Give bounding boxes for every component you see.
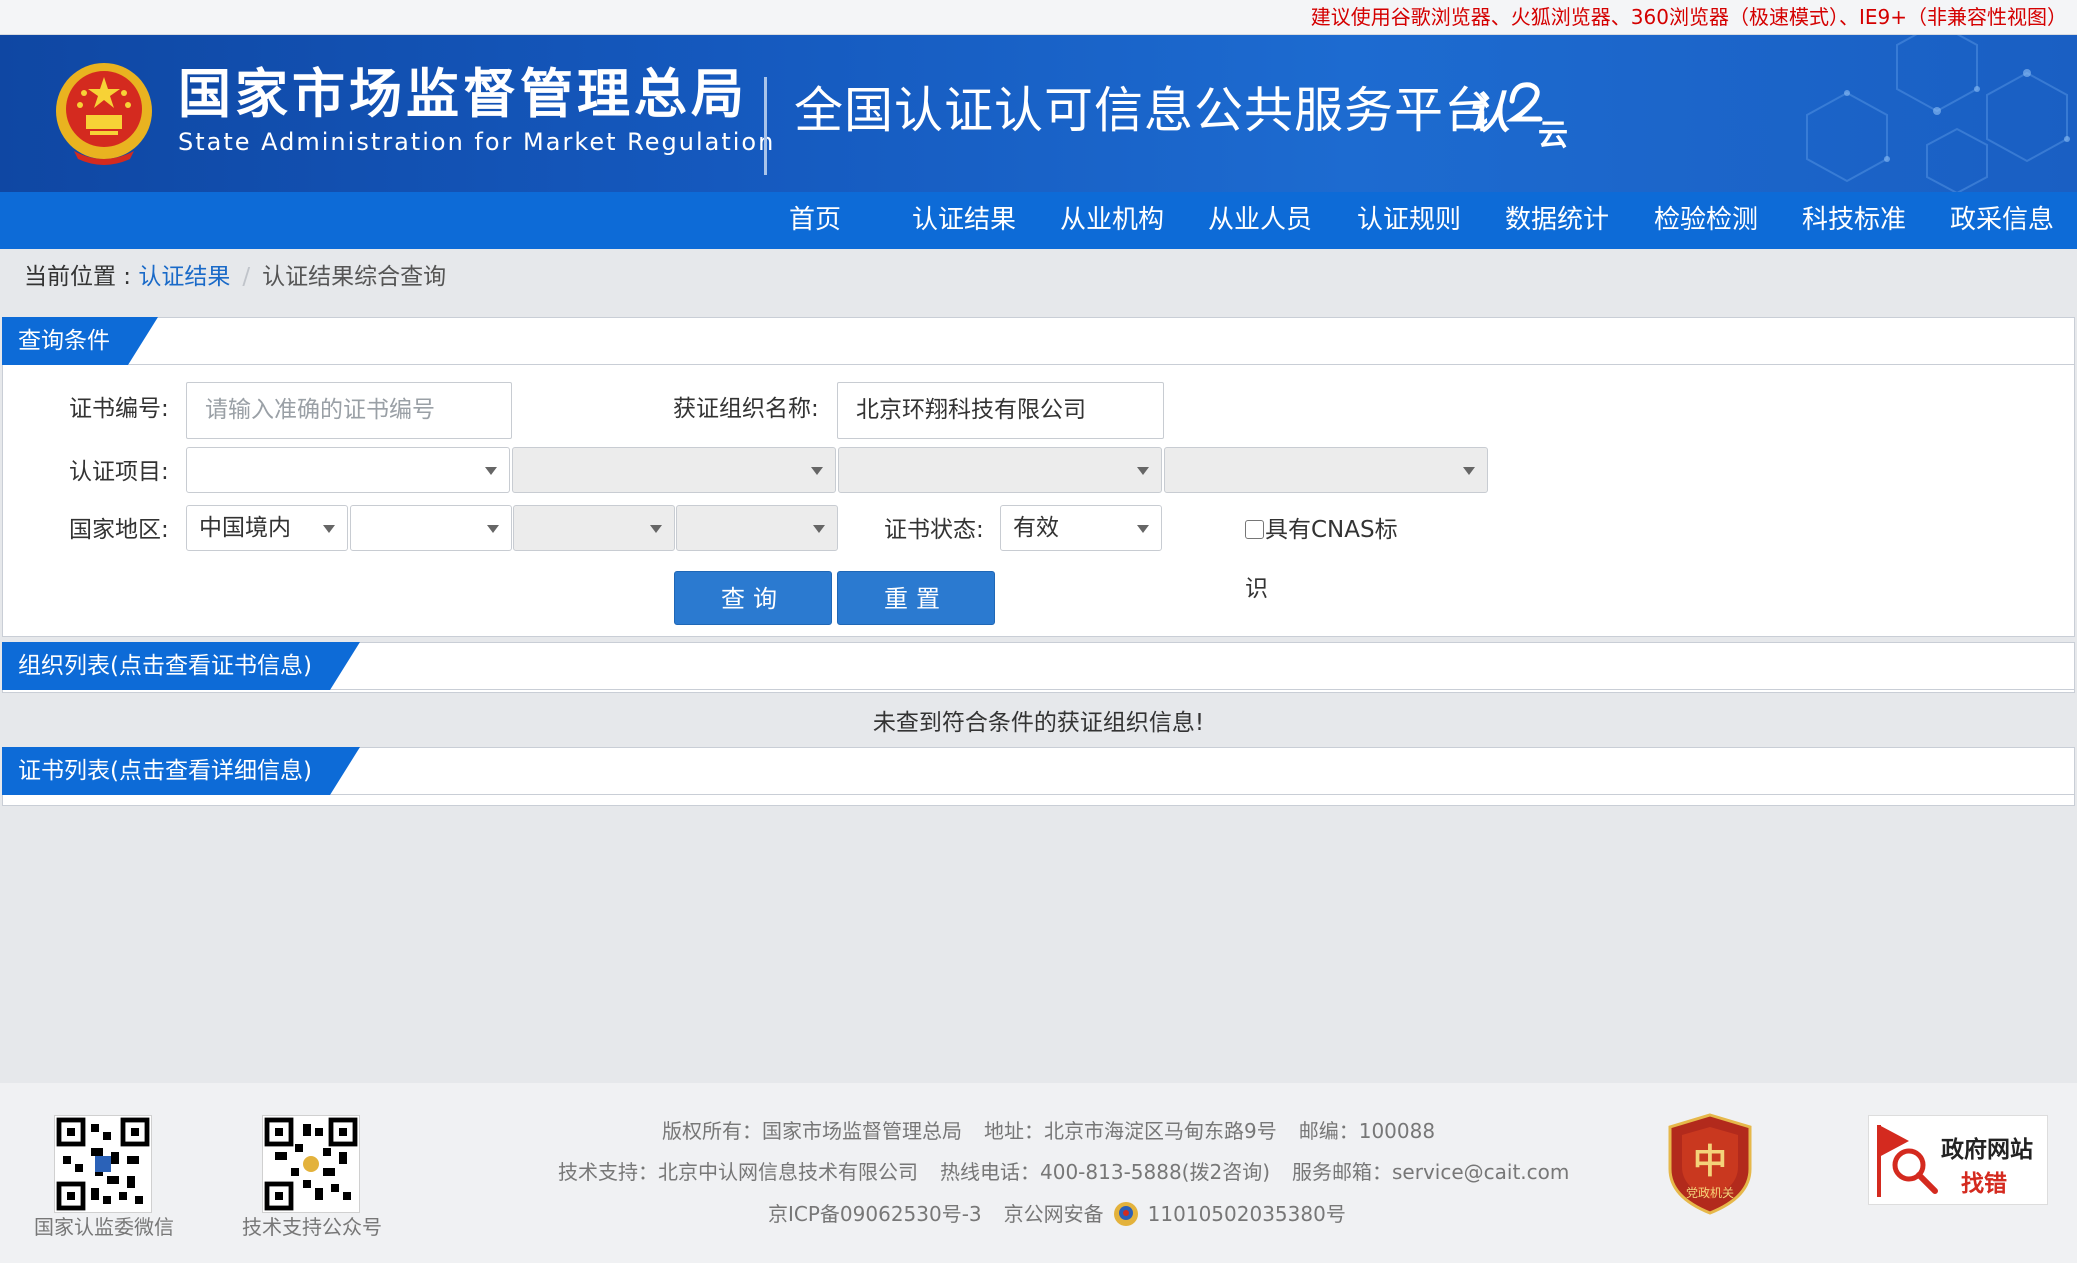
header-divider [764,77,767,175]
tech-support-qr-caption: 技术支持公众号 [242,1215,382,1239]
chevron-down-icon [1463,467,1475,475]
chevron-down-icon [650,525,662,533]
renzheng-cloud-logo: 认 云 [1466,79,1570,159]
cert-no-label: 证书编号: [69,396,169,422]
party-government-badge-text: 党政机关 [1686,1185,1734,1200]
query-panel-title: 查询条件 [2,317,158,365]
status-select-value: 有效 [1013,515,1059,541]
tech-support-qr-code [262,1115,360,1213]
breadcrumb-separator: / [242,264,251,290]
query-panel: 查询条件 证书编号: 请输入准确的证书编号 获证组织名称: 北京环翔科技有限公司… [2,317,2075,637]
org-name-input[interactable]: 北京环翔科技有限公司 [837,382,1164,439]
footer-police-no[interactable]: 11010502035380号 [1148,1202,1346,1226]
breadcrumb-label: 当前位置 : [24,264,139,290]
footer-police: 京公网安备 [1003,1202,1104,1226]
chevron-down-icon [1137,525,1149,533]
cert-list-panel: 证书列表(点击查看详细信息) [2,747,2075,806]
chevron-down-icon [811,467,823,475]
project-select-1[interactable] [186,447,510,493]
footer-copyright: 版权所有：国家市场监督管理总局 [662,1119,962,1143]
chevron-down-icon [1137,467,1149,475]
reset-button[interactable]: 重置 [837,571,995,625]
cnas-checkbox-label-wrap: 识 [1245,576,1268,602]
logo-text-ren: 认 [1466,88,1510,139]
logo-text-yun: 云 [1538,118,1568,153]
breadcrumb-link-cert-results[interactable]: 认证结果 [138,264,230,290]
nav-standards[interactable]: 科技标准 [1794,192,1914,249]
gov-site-error-sub: 找错 [1961,1171,2007,1197]
site-footer: 国家认监委微信 技术支持公众号 版权所有：国家市场监督管理总局 地址：北京市海淀区… [0,1083,2077,1263]
svg-text:中: 中 [1693,1142,1727,1182]
project-label: 认证项目: [69,459,169,485]
browser-notice: 建议使用谷歌浏览器、火狐浏览器、360浏览器（极速模式）、IE9+（非兼容性视图… [1310,5,2067,29]
breadcrumb: 当前位置 : 认证结果 / 认证结果综合查询 [24,262,446,292]
gov-site-error-report[interactable]: 政府网站 找错 [1868,1115,2048,1205]
magnifier-flag-icon [1877,1125,1938,1197]
region-select-value: 中国境内 [199,515,291,541]
footer-postcode: 邮编：100088 [1298,1119,1436,1143]
status-label: 证书状态: [884,517,984,543]
region-label: 国家地区: [69,517,169,543]
region-select-country[interactable]: 中国境内 [186,505,348,551]
footer-tech-support: 技术支持：北京中认网信息技术有限公司 [558,1160,918,1184]
gov-site-error-title: 政府网站 [1941,1137,2033,1163]
chevron-down-icon [485,467,497,475]
footer-line-3: 京ICP备09062530号-3 京公网安备 11010502035380号 [768,1200,1368,1228]
nav-cert-results[interactable]: 认证结果 [904,192,1024,249]
cnas-checkbox-label: 具有CNAS标 [1265,517,1398,543]
org-list-header: 组织列表(点击查看证书信息) [3,643,2074,690]
footer-icp[interactable]: 京ICP备09062530号-3 [768,1202,982,1226]
qr-code-icon [56,1117,150,1211]
org-list-title: 组织列表(点击查看证书信息) [2,642,360,690]
project-select-3[interactable] [838,447,1162,493]
nav-home[interactable]: 首页 [770,192,860,249]
party-government-badge-icon[interactable]: 中 党政机关 [1664,1113,1756,1215]
status-select[interactable]: 有效 [1000,505,1162,551]
org-list-empty-message: 未查到符合条件的获证组织信息! [872,710,1205,736]
wechat-qr-code [54,1115,152,1213]
breadcrumb-current: 认证结果综合查询 [262,264,447,290]
footer-line-2: 技术支持：北京中认网信息技术有限公司 热线电话：400-813-5888(拨2咨询… [558,1159,1591,1185]
search-button[interactable]: 查询 [674,571,832,625]
qr-code-icon [264,1117,358,1211]
footer-address: 地址：北京市海淀区马甸东路9号 [984,1119,1277,1143]
org-name-label: 获证组织名称: [673,396,819,422]
chevron-down-icon [813,525,825,533]
nav-procurement[interactable]: 政采信息 [1942,192,2062,249]
nav-statistics[interactable]: 数据统计 [1497,192,1617,249]
agency-name-cn: 国家市场监督管理总局 [178,64,748,125]
chevron-down-icon [487,525,499,533]
browser-notice-bar: 建议使用谷歌浏览器、火狐浏览器、360浏览器（极速模式）、IE9+（非兼容性视图… [0,0,2077,35]
project-select-2[interactable] [512,447,836,493]
wechat-qr-caption: 国家认监委微信 [34,1215,174,1239]
cert-list-header: 证书列表(点击查看详细信息) [3,748,2074,795]
nav-practitioners[interactable]: 从业人员 [1200,192,1320,249]
police-badge-icon [1113,1202,1138,1226]
site-header: 国家市场监督管理总局 State Administration for Mark… [0,35,2077,192]
cert-list-title: 证书列表(点击查看详细信息) [2,747,360,795]
nav-testing[interactable]: 检验检测 [1646,192,1766,249]
cert-no-input[interactable]: 请输入准确的证书编号 [186,382,512,439]
nav-institutions[interactable]: 从业机构 [1052,192,1172,249]
footer-hotline: 热线电话：400-813-5888(拨2咨询) [940,1160,1271,1184]
footer-email[interactable]: 服务邮箱：service@cait.com [1292,1160,1569,1184]
main-nav: 首页 认证结果 从业机构 从业人员 认证规则 数据统计 检验检测 科技标准 政采… [0,192,2077,249]
org-list-panel: 组织列表(点击查看证书信息) [2,642,2075,693]
chevron-down-icon [323,525,335,533]
platform-title: 全国认证认可信息公共服务平台 [794,82,1495,139]
agency-name-en: State Administration for Market Regulati… [178,128,776,156]
footer-line-1: 版权所有：国家市场监督管理总局 地址：北京市海淀区马甸东路9号 邮编：100088 [662,1118,1457,1144]
nav-cert-rules[interactable]: 认证规则 [1349,192,1469,249]
project-select-4[interactable] [1164,447,1488,493]
region-select-province[interactable] [350,505,512,551]
region-select-district[interactable] [676,505,838,551]
query-panel-header: 查询条件 [3,318,2074,365]
cnas-checkbox[interactable] [1245,520,1264,539]
national-emblem-icon [56,63,152,165]
region-select-city[interactable] [513,505,675,551]
